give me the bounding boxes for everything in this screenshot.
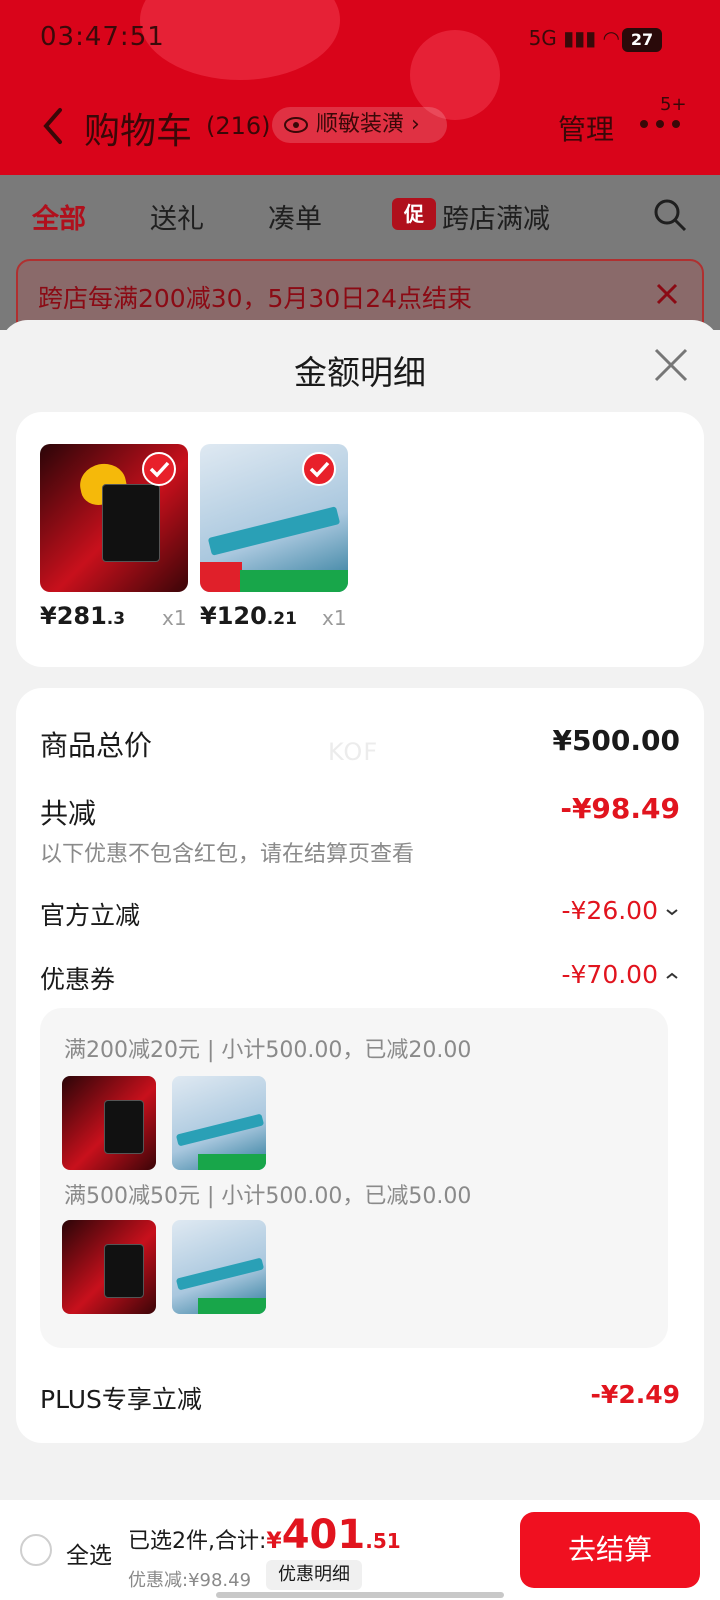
selected-products: ¥281.3 x1 ¥120.21 x1 [16, 412, 704, 667]
amount-detail-sheet: 金额明细 ¥281.3 x1 ¥120.21 x1 KOF 商品总价 ¥500.… [0, 320, 720, 1500]
currency-symbol: ¥ [266, 1529, 282, 1554]
coupon-value-wrap: -¥70.00 [562, 960, 681, 989]
chevron-down-icon [666, 909, 678, 916]
network-type: 5G [528, 26, 557, 50]
check-icon [142, 452, 176, 486]
more-badge: 5+ [660, 94, 687, 115]
tab-gift[interactable]: 送礼 [150, 197, 204, 236]
status-bar: 03:47:51 5G ▮▮▮ ◠ 27 [0, 22, 720, 62]
ssd-image [40, 444, 188, 592]
power-strip-icon [207, 506, 341, 556]
sensitive-toggle[interactable]: 顺敏装潢 › [272, 107, 447, 143]
power-strip-image [200, 444, 348, 592]
nav-row: 购物车 (216) 顺敏装潢 › 管理 5+ [0, 94, 720, 156]
sensitive-label: 顺敏装潢 [316, 112, 405, 137]
product-qty: x1 [322, 606, 347, 630]
battery-icon: 27 [622, 28, 662, 52]
power-strip-thumb [172, 1220, 266, 1314]
selected-text: 已选2件,合计: [128, 1529, 267, 1554]
ssd-icon [102, 484, 160, 562]
coupon-line: 满500减50元 | 小计500.00，已减50.00 [64, 1184, 472, 1209]
ssd-thumb [62, 1076, 156, 1170]
banner-text: 跨店每满200减30，5月30日24点结束 [38, 284, 473, 313]
coupon-detail-box: 满200减20元 | 小计500.00，已减20.00 满500减50元 | 小… [40, 1008, 668, 1348]
select-all-label[interactable]: 全选 [66, 1536, 112, 1570]
tab-cross-store[interactable]: 跨店满减 [442, 197, 550, 236]
total-int: 401 [281, 1512, 366, 1558]
page-title: 购物车 [84, 111, 193, 152]
coupon-line: 满200减20元 | 小计500.00，已减20.00 [64, 1038, 472, 1063]
cart-count: (216) [206, 112, 271, 140]
coupon-label: 优惠券 [40, 965, 116, 994]
total-value: ¥500.00 [552, 724, 680, 757]
power-strip-thumb [172, 1076, 266, 1170]
cart-header: 03:47:51 5G ▮▮▮ ◠ 27 购物车 (216) 顺敏装潢 › 管理… [0, 0, 720, 175]
eye-icon [284, 117, 308, 133]
reduce-label: 共减 [40, 797, 97, 830]
official-label: 官方立减 [40, 901, 141, 930]
promo-tag: 促 [392, 198, 436, 230]
tab-all[interactable]: 全部 [32, 197, 86, 236]
official-row[interactable]: 官方立减 -¥26.00 [40, 896, 680, 932]
product-price: ¥120.21 [200, 602, 297, 630]
manage-button[interactable]: 管理 [558, 108, 614, 148]
official-value: -¥26.00 [561, 896, 659, 925]
search-icon[interactable] [652, 197, 688, 233]
sheet-title: 金额明细 [294, 353, 426, 392]
checkout-bar: 全选 已选2件,合计:¥401.51 优惠减:¥98.49 优惠明细 去结算 [0, 1500, 720, 1600]
check-icon [302, 452, 336, 486]
select-all-radio[interactable] [20, 1534, 52, 1566]
plus-value: -¥2.49 [590, 1380, 680, 1409]
total-dec: .51 [365, 1529, 401, 1553]
filter-tabs: 全部 送礼 凑单 促 跨店满减 [0, 175, 720, 255]
more-icon[interactable] [638, 118, 684, 130]
total-row: 商品总价 ¥500.00 [40, 724, 680, 764]
product-price: ¥281.3 [40, 602, 126, 630]
official-value-wrap: -¥26.00 [562, 896, 681, 925]
selected-total: 已选2件,合计:¥401.51 [128, 1512, 401, 1558]
status-time: 03:47:51 [40, 22, 165, 52]
plus-row: PLUS专享立减 -¥2.49 [40, 1380, 680, 1416]
close-icon[interactable] [652, 346, 690, 384]
signal-icon: 5G ▮▮▮ ◠ [528, 26, 620, 50]
reduce-note: 以下优惠不包含红包，请在结算页查看 [40, 842, 415, 867]
total-label: 商品总价 [40, 729, 153, 762]
back-arrow-icon[interactable] [38, 104, 68, 148]
product-qty: x1 [162, 606, 187, 630]
amount-breakdown: KOF 商品总价 ¥500.00 共减 -¥98.49 以下优惠不包含红包，请在… [16, 688, 704, 1443]
product-item[interactable]: ¥120.21 x1 [200, 444, 350, 630]
close-icon[interactable] [654, 281, 680, 307]
chevron-up-icon [666, 972, 678, 979]
reduce-row: 共减 -¥98.49 [40, 792, 680, 832]
coupon-row[interactable]: 优惠券 -¥70.00 [40, 960, 680, 996]
coupon-value: -¥70.00 [561, 960, 659, 989]
discount-detail-button[interactable]: 优惠明细 [266, 1560, 362, 1590]
discount-text: 优惠减:¥98.49 [128, 1570, 252, 1591]
plus-label: PLUS专享立减 [40, 1385, 202, 1414]
product-item[interactable]: ¥281.3 x1 [40, 444, 190, 630]
tab-bundle[interactable]: 凑单 [268, 197, 322, 236]
ssd-thumb [62, 1220, 156, 1314]
checkout-button[interactable]: 去结算 [520, 1512, 700, 1588]
banner-area: 跨店每满200减30，5月30日24点结束 [0, 255, 720, 337]
reduce-value: -¥98.49 [560, 792, 680, 825]
home-indicator[interactable] [216, 1592, 504, 1598]
